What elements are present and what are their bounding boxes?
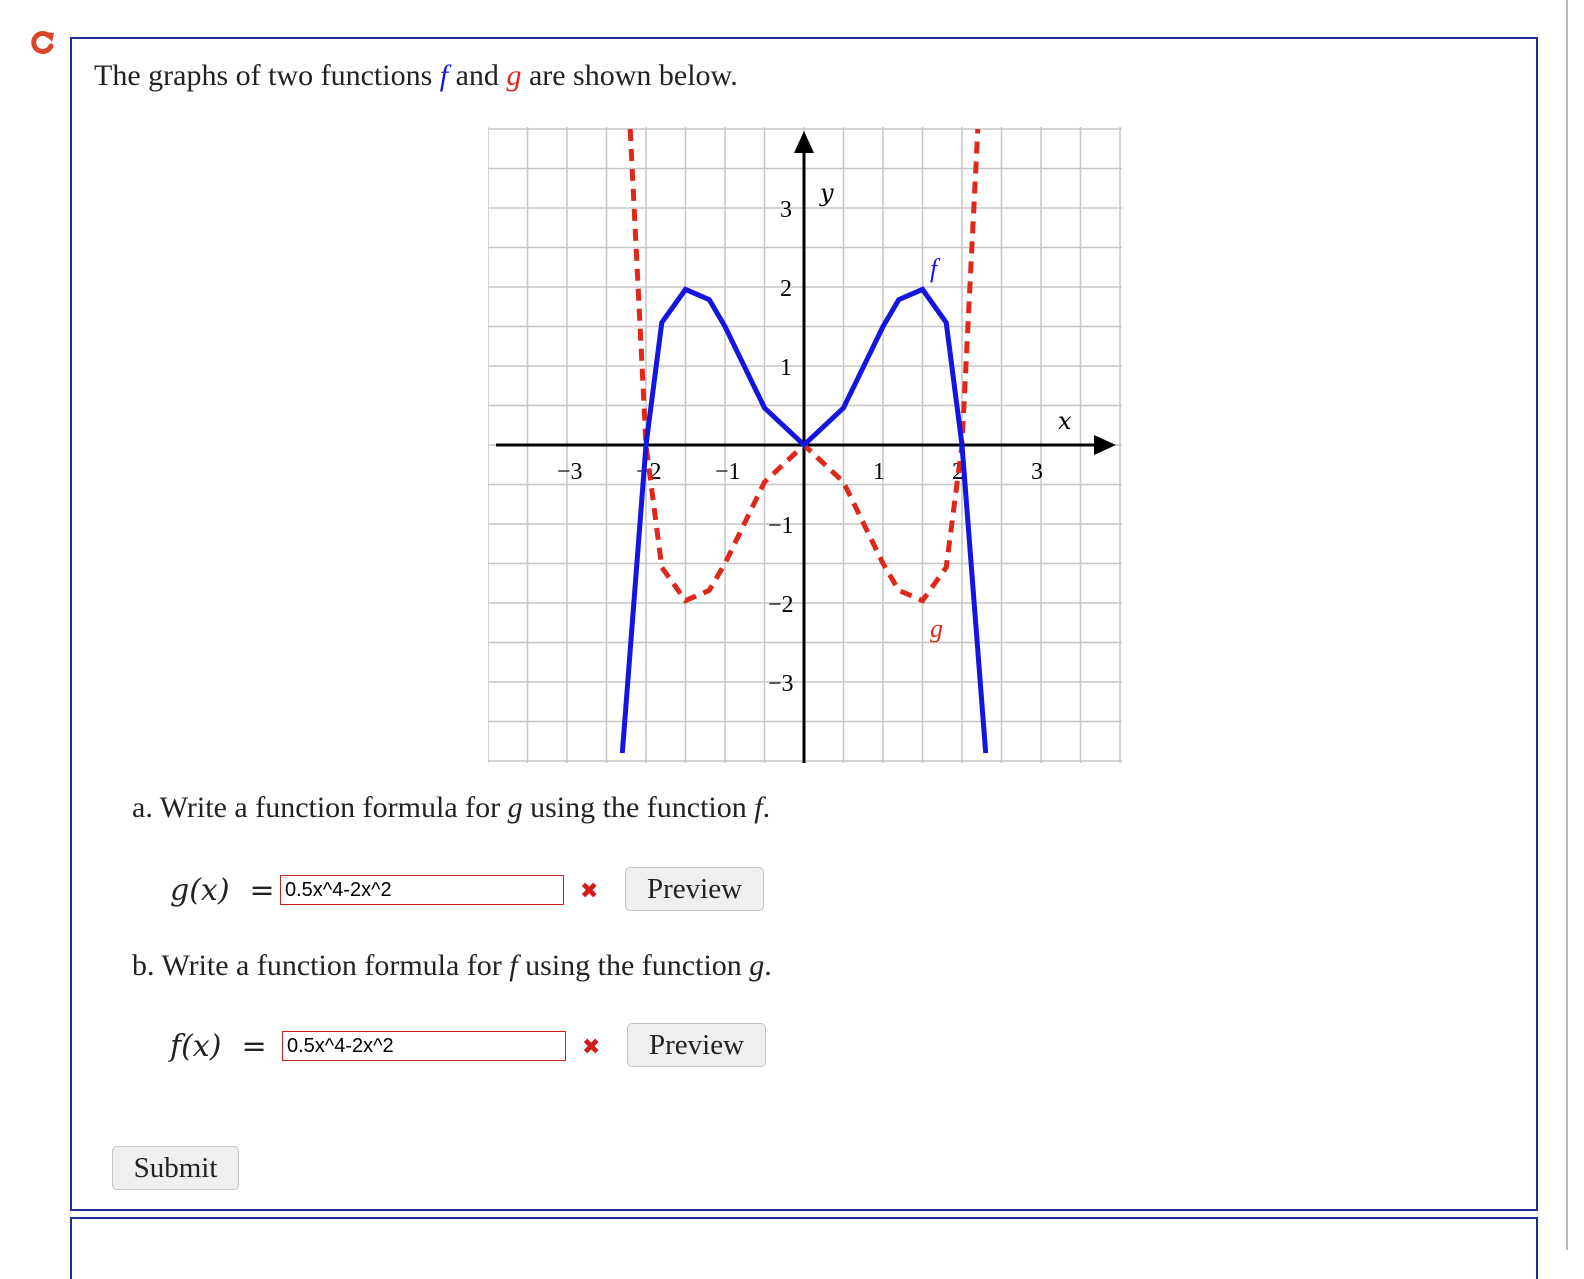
y-tick-label: −3 <box>768 671 794 697</box>
incorrect-icon-b: ✖ <box>582 1035 601 1060</box>
part-a-text: Write a function formula for <box>159 791 508 824</box>
part-a-text-mid: using the function <box>522 791 755 824</box>
question-text: The graphs of two functions f and g are … <box>94 59 738 93</box>
question-panel: The graphs of two functions f and g are … <box>70 37 1538 1211</box>
curve-f-label: f <box>930 254 941 283</box>
formula-f-name: f(x) <box>170 1029 222 1064</box>
preview-button-a[interactable]: Preview <box>625 867 764 911</box>
y-tick-label: 3 <box>780 197 792 223</box>
x-axis-arrow <box>1094 435 1116 455</box>
answer-f-input[interactable] <box>282 1031 566 1061</box>
x-tick-label: 3 <box>1031 459 1043 485</box>
question-outro: are shown below. <box>521 59 738 92</box>
x-tick-label: −3 <box>557 459 583 485</box>
x-tick-label: −1 <box>715 459 741 485</box>
part-a-prompt: a. Write a function formula for g using … <box>132 791 770 825</box>
formula-g-lhs: g(x) = <box>170 873 275 908</box>
part-b-text-mid: using the function <box>517 949 750 982</box>
question-and: and <box>448 59 507 92</box>
part-a-text-end: . <box>762 791 771 824</box>
part-b-prompt: b. Write a function formula for f using … <box>132 949 772 983</box>
retry-icon[interactable] <box>30 30 56 56</box>
incorrect-icon-a: ✖ <box>580 879 599 904</box>
x-tick-label: 1 <box>873 459 885 485</box>
formula-f-lhs: f(x) = <box>170 1029 267 1064</box>
curve-g-label: g <box>930 614 943 643</box>
y-tick-label: 2 <box>780 276 792 302</box>
y-tick-label: −2 <box>768 592 794 618</box>
y-tick-label: −1 <box>768 513 794 539</box>
window-edge <box>1566 0 1568 1250</box>
x-axis-label: x <box>1058 407 1072 435</box>
formula-f-equals: = <box>241 1029 267 1064</box>
y-tick-label: 1 <box>780 355 792 381</box>
part-b-text: Write a function formula for <box>161 949 510 982</box>
function-graph: −3 −2 −1 1 2 3321−1−2−3 x y f g <box>488 127 1122 763</box>
part-a-label: a. <box>132 791 153 824</box>
question-intro: The graphs of two functions <box>94 59 440 92</box>
preview-button-b[interactable]: Preview <box>627 1023 766 1067</box>
function-f-symbol: f <box>439 59 449 92</box>
part-b-var: f <box>509 949 518 982</box>
part-b-text-end: . <box>764 949 772 982</box>
function-g-symbol: g <box>506 59 522 92</box>
formula-g-equals: = <box>249 873 275 908</box>
next-question-panel <box>70 1217 1538 1279</box>
part-a-var: g <box>507 791 523 824</box>
part-a-var2: f <box>754 791 763 824</box>
submit-button[interactable]: Submit <box>112 1146 239 1190</box>
part-b-label: b. <box>132 949 155 982</box>
part-b-var2: g <box>749 949 765 982</box>
y-axis-arrow <box>794 131 814 153</box>
answer-g-input[interactable] <box>280 875 564 905</box>
y-axis-label: y <box>819 179 834 207</box>
formula-g-name: g(x) <box>170 873 230 908</box>
